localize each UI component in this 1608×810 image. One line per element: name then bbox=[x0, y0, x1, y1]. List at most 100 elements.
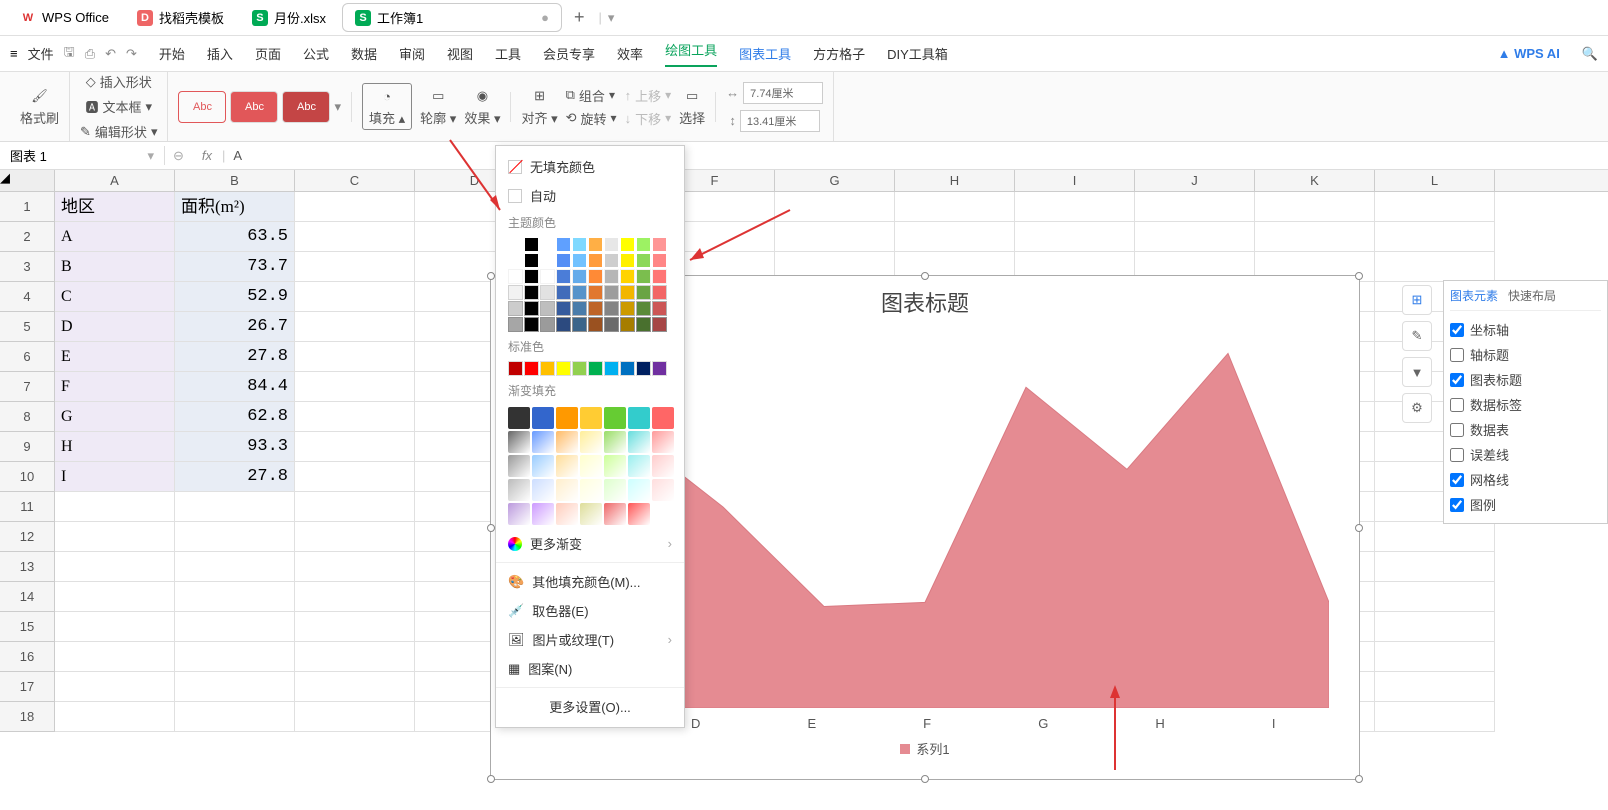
style-preview-2[interactable]: Abc bbox=[230, 91, 278, 123]
search-icon[interactable]: 🔍 bbox=[1582, 46, 1598, 62]
menu-page[interactable]: 页面 bbox=[255, 44, 281, 63]
fill-button[interactable]: ◔ 填充 ▴ bbox=[362, 83, 412, 130]
gradient-swatch[interactable] bbox=[580, 431, 602, 453]
other-color-item[interactable]: 🎨其他填充颜色(M)... bbox=[496, 567, 684, 596]
color-swatch[interactable] bbox=[652, 253, 667, 268]
cell[interactable]: 地区 bbox=[55, 192, 175, 222]
color-swatch[interactable] bbox=[508, 361, 523, 376]
cell[interactable] bbox=[295, 282, 415, 312]
color-swatch[interactable] bbox=[652, 237, 667, 252]
cell[interactable] bbox=[55, 612, 175, 642]
col-header[interactable]: J bbox=[1135, 170, 1255, 191]
cell[interactable] bbox=[295, 702, 415, 732]
cell[interactable]: 84.4 bbox=[175, 372, 295, 402]
color-swatch[interactable] bbox=[556, 317, 571, 332]
outline-button[interactable]: ▭ 轮廓 ▾ bbox=[420, 86, 456, 127]
row-header[interactable]: 6 bbox=[0, 342, 55, 372]
gradient-swatch[interactable] bbox=[508, 503, 530, 525]
picture-fill-item[interactable]: 🖼图片或纹理(T)› bbox=[496, 625, 684, 654]
more-gradient-item[interactable]: 更多渐变› bbox=[496, 529, 684, 558]
color-swatch[interactable] bbox=[620, 269, 635, 284]
color-swatch[interactable] bbox=[588, 253, 603, 268]
color-swatch[interactable] bbox=[652, 301, 667, 316]
gradient-swatch[interactable] bbox=[556, 407, 578, 429]
gradient-swatch[interactable] bbox=[508, 431, 530, 453]
cell[interactable] bbox=[55, 642, 175, 672]
gradient-swatch[interactable] bbox=[604, 503, 626, 525]
row-header[interactable]: 4 bbox=[0, 282, 55, 312]
cell[interactable] bbox=[55, 582, 175, 612]
color-swatch[interactable] bbox=[604, 237, 619, 252]
color-swatch[interactable] bbox=[620, 237, 635, 252]
cell[interactable]: 27.8 bbox=[175, 342, 295, 372]
more-settings-item[interactable]: 更多设置(O)... bbox=[496, 692, 684, 721]
app-tab[interactable]: W WPS Office bbox=[8, 6, 121, 30]
row-header[interactable]: 15 bbox=[0, 612, 55, 642]
chart-settings-icon[interactable]: ⚙ bbox=[1402, 393, 1432, 423]
row-header[interactable]: 10 bbox=[0, 462, 55, 492]
cell[interactable] bbox=[55, 702, 175, 732]
color-swatch[interactable] bbox=[604, 285, 619, 300]
color-swatch[interactable] bbox=[652, 269, 667, 284]
chart-elements-icon[interactable]: ⊞ bbox=[1402, 285, 1432, 315]
color-swatch[interactable] bbox=[572, 253, 587, 268]
cell[interactable] bbox=[1135, 192, 1255, 222]
rotate-button[interactable]: ⟲旋转▾ bbox=[566, 109, 617, 128]
menu-formula[interactable]: 公式 bbox=[303, 44, 329, 63]
cell[interactable] bbox=[895, 192, 1015, 222]
chart-element-checkbox[interactable]: 轴标题 bbox=[1450, 342, 1601, 367]
cell[interactable] bbox=[175, 642, 295, 672]
color-swatch[interactable] bbox=[588, 237, 603, 252]
gradient-swatch[interactable] bbox=[580, 503, 602, 525]
chart-legend[interactable]: 系列1 bbox=[491, 731, 1359, 766]
cell[interactable] bbox=[295, 192, 415, 222]
color-swatch[interactable] bbox=[636, 237, 651, 252]
formula-input[interactable]: A bbox=[225, 148, 1608, 163]
color-swatch[interactable] bbox=[604, 317, 619, 332]
color-swatch[interactable] bbox=[588, 285, 603, 300]
col-header[interactable]: G bbox=[775, 170, 895, 191]
cell[interactable]: 73.7 bbox=[175, 252, 295, 282]
cell[interactable] bbox=[1255, 222, 1375, 252]
redo-icon[interactable]: ↷ bbox=[126, 46, 137, 62]
cell[interactable]: B bbox=[55, 252, 175, 282]
cell[interactable] bbox=[295, 492, 415, 522]
gradient-swatch[interactable] bbox=[508, 455, 530, 477]
color-swatch[interactable] bbox=[524, 361, 539, 376]
color-swatch[interactable] bbox=[508, 253, 523, 268]
gradient-swatch[interactable] bbox=[556, 479, 578, 501]
cell[interactable] bbox=[295, 522, 415, 552]
cell[interactable] bbox=[295, 582, 415, 612]
color-swatch[interactable] bbox=[556, 237, 571, 252]
color-swatch[interactable] bbox=[588, 301, 603, 316]
cell[interactable] bbox=[55, 552, 175, 582]
cell[interactable] bbox=[1375, 192, 1495, 222]
style-more[interactable]: ▾ bbox=[334, 99, 341, 115]
color-swatch[interactable] bbox=[540, 253, 555, 268]
color-swatch[interactable] bbox=[604, 253, 619, 268]
cell[interactable]: 27.8 bbox=[175, 462, 295, 492]
cell[interactable]: E bbox=[55, 342, 175, 372]
gradient-swatch[interactable] bbox=[580, 455, 602, 477]
pattern-fill-item[interactable]: ▦图案(N) bbox=[496, 654, 684, 683]
cell[interactable] bbox=[1375, 642, 1495, 672]
color-swatch[interactable] bbox=[604, 301, 619, 316]
gradient-swatch[interactable] bbox=[580, 479, 602, 501]
chart-styles-icon[interactable]: ✎ bbox=[1402, 321, 1432, 351]
color-swatch[interactable] bbox=[524, 301, 539, 316]
row-header[interactable]: 11 bbox=[0, 492, 55, 522]
menu-view[interactable]: 视图 bbox=[447, 44, 473, 63]
menu-review[interactable]: 审阅 bbox=[399, 44, 425, 63]
gradient-swatch[interactable] bbox=[628, 503, 650, 525]
menu-chart-tools[interactable]: 图表工具 bbox=[739, 44, 791, 63]
cell[interactable]: H bbox=[55, 432, 175, 462]
cell[interactable] bbox=[55, 522, 175, 552]
cell[interactable]: D bbox=[55, 312, 175, 342]
color-swatch[interactable] bbox=[636, 361, 651, 376]
color-swatch[interactable] bbox=[604, 361, 619, 376]
menu-file[interactable]: 文件 bbox=[28, 44, 54, 63]
color-swatch[interactable] bbox=[556, 361, 571, 376]
color-swatch[interactable] bbox=[540, 285, 555, 300]
color-swatch[interactable] bbox=[572, 285, 587, 300]
tab-layout[interactable]: 快速布局 bbox=[1508, 287, 1556, 304]
